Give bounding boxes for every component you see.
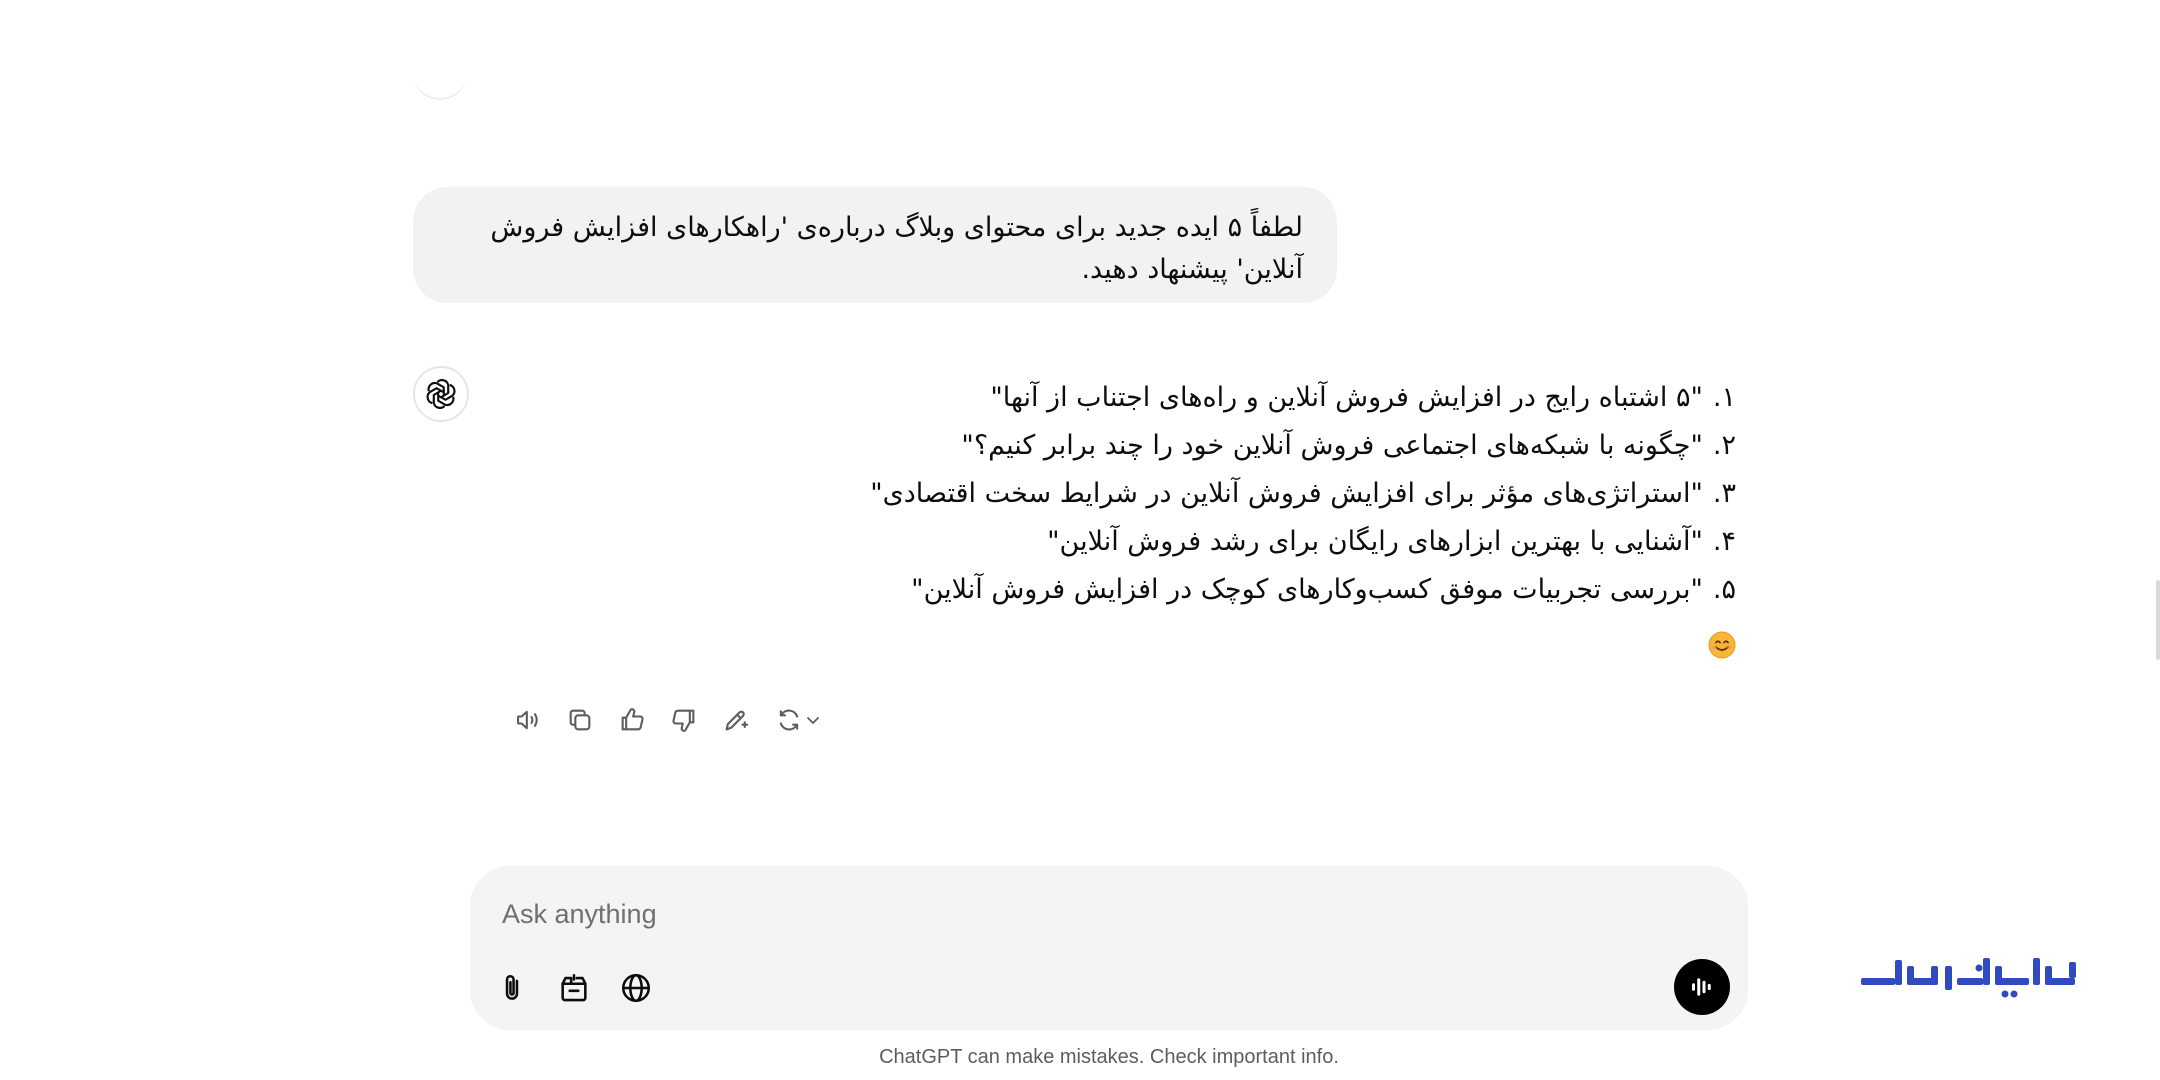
toolbox-icon [561,973,587,1002]
assistant-message: ۱. "۵ اشتباه رایج در افزایش فروش آنلاین و… [520,374,1736,672]
regenerate-button[interactable] [768,700,828,740]
copy-button[interactable] [560,700,600,740]
chevron-down-icon [807,717,819,724]
list-item: ۲. "چگونه با شبکه‌های اجتماعی فروش آنلاین… [520,422,1736,470]
iranserver-watermark-logo [1855,948,2085,1008]
tools-button[interactable] [552,966,596,1010]
list-item-number: ۱. [1712,382,1736,413]
list-item-text: "۵ اشتباه رایج در افزایش فروش آنلاین و ر… [990,382,1703,413]
search-web-button[interactable] [614,966,658,1010]
previous-avatar-edge [413,62,467,100]
bad-response-button[interactable] [664,700,704,740]
list-item-number: ۴. [1712,526,1736,557]
read-aloud-button[interactable] [508,700,548,740]
thumbs-down-icon [672,709,695,732]
list-item-text: "بررسی تجربیات موفق کسب‌وکارهای کوچک در … [911,574,1703,605]
paperclip-icon [505,975,519,1000]
disclaimer-text: ChatGPT can make mistakes. Check importa… [879,1046,1339,1068]
emoji-line [520,616,1736,672]
message-actions [508,700,840,740]
copy-icon [569,709,591,731]
assistant-avatar [413,366,469,422]
list-item-text: "آشنایی با بهترین ابزارهای رایگان برای ر… [1047,526,1703,557]
list-item-number: ۵. [1712,574,1736,605]
list-item-number: ۳. [1712,478,1736,509]
list-item: ۴. "آشنایی با بهترین ابزارهای رایگان برای… [520,518,1736,566]
list-item-number: ۲. [1712,430,1736,461]
user-message-bubble: لطفاً ۵ ایده جدید برای محتوای وبلاگ دربا… [413,187,1337,303]
list-item: ۱. "۵ اشتباه رایج در افزایش فروش آنلاین و… [520,374,1736,422]
openai-logo-icon [426,379,456,409]
voice-waveform-icon [1692,978,1711,996]
list-item: ۵. "بررسی تجربیات موفق کسب‌وکارهای کوچک د… [520,566,1736,614]
scrollbar-thumb[interactable] [2156,580,2160,660]
refresh-icon [779,709,799,731]
voice-mode-button[interactable] [1674,959,1730,1015]
list-item: ۳. "استراتژی‌های مؤثر برای افزایش فروش آن… [520,470,1736,518]
thumbs-up-icon [621,708,644,731]
smiling-face-icon [1708,631,1736,658]
speaker-icon [517,710,538,730]
globe-icon [621,973,651,1003]
attach-button[interactable] [490,966,534,1010]
list-item-text: "چگونه با شبکه‌های اجتماعی فروش آنلاین خ… [961,430,1703,461]
user-message-text: لطفاً ۵ ایده جدید برای محتوای وبلاگ دربا… [490,212,1303,285]
pencil-sparkle-icon [725,710,749,731]
prompt-input[interactable] [500,888,1684,940]
composer [470,866,1748,1030]
chat-page: لطفاً ۵ ایده جدید برای محتوای وبلاگ دربا… [0,0,2160,1080]
list-item-text: "استراتژی‌های مؤثر برای افزایش فروش آنلا… [870,478,1703,509]
good-response-button[interactable] [612,700,652,740]
edit-canvas-button[interactable] [716,700,756,740]
idea-list: ۱. "۵ اشتباه رایج در افزایش فروش آنلاین و… [520,374,1736,614]
